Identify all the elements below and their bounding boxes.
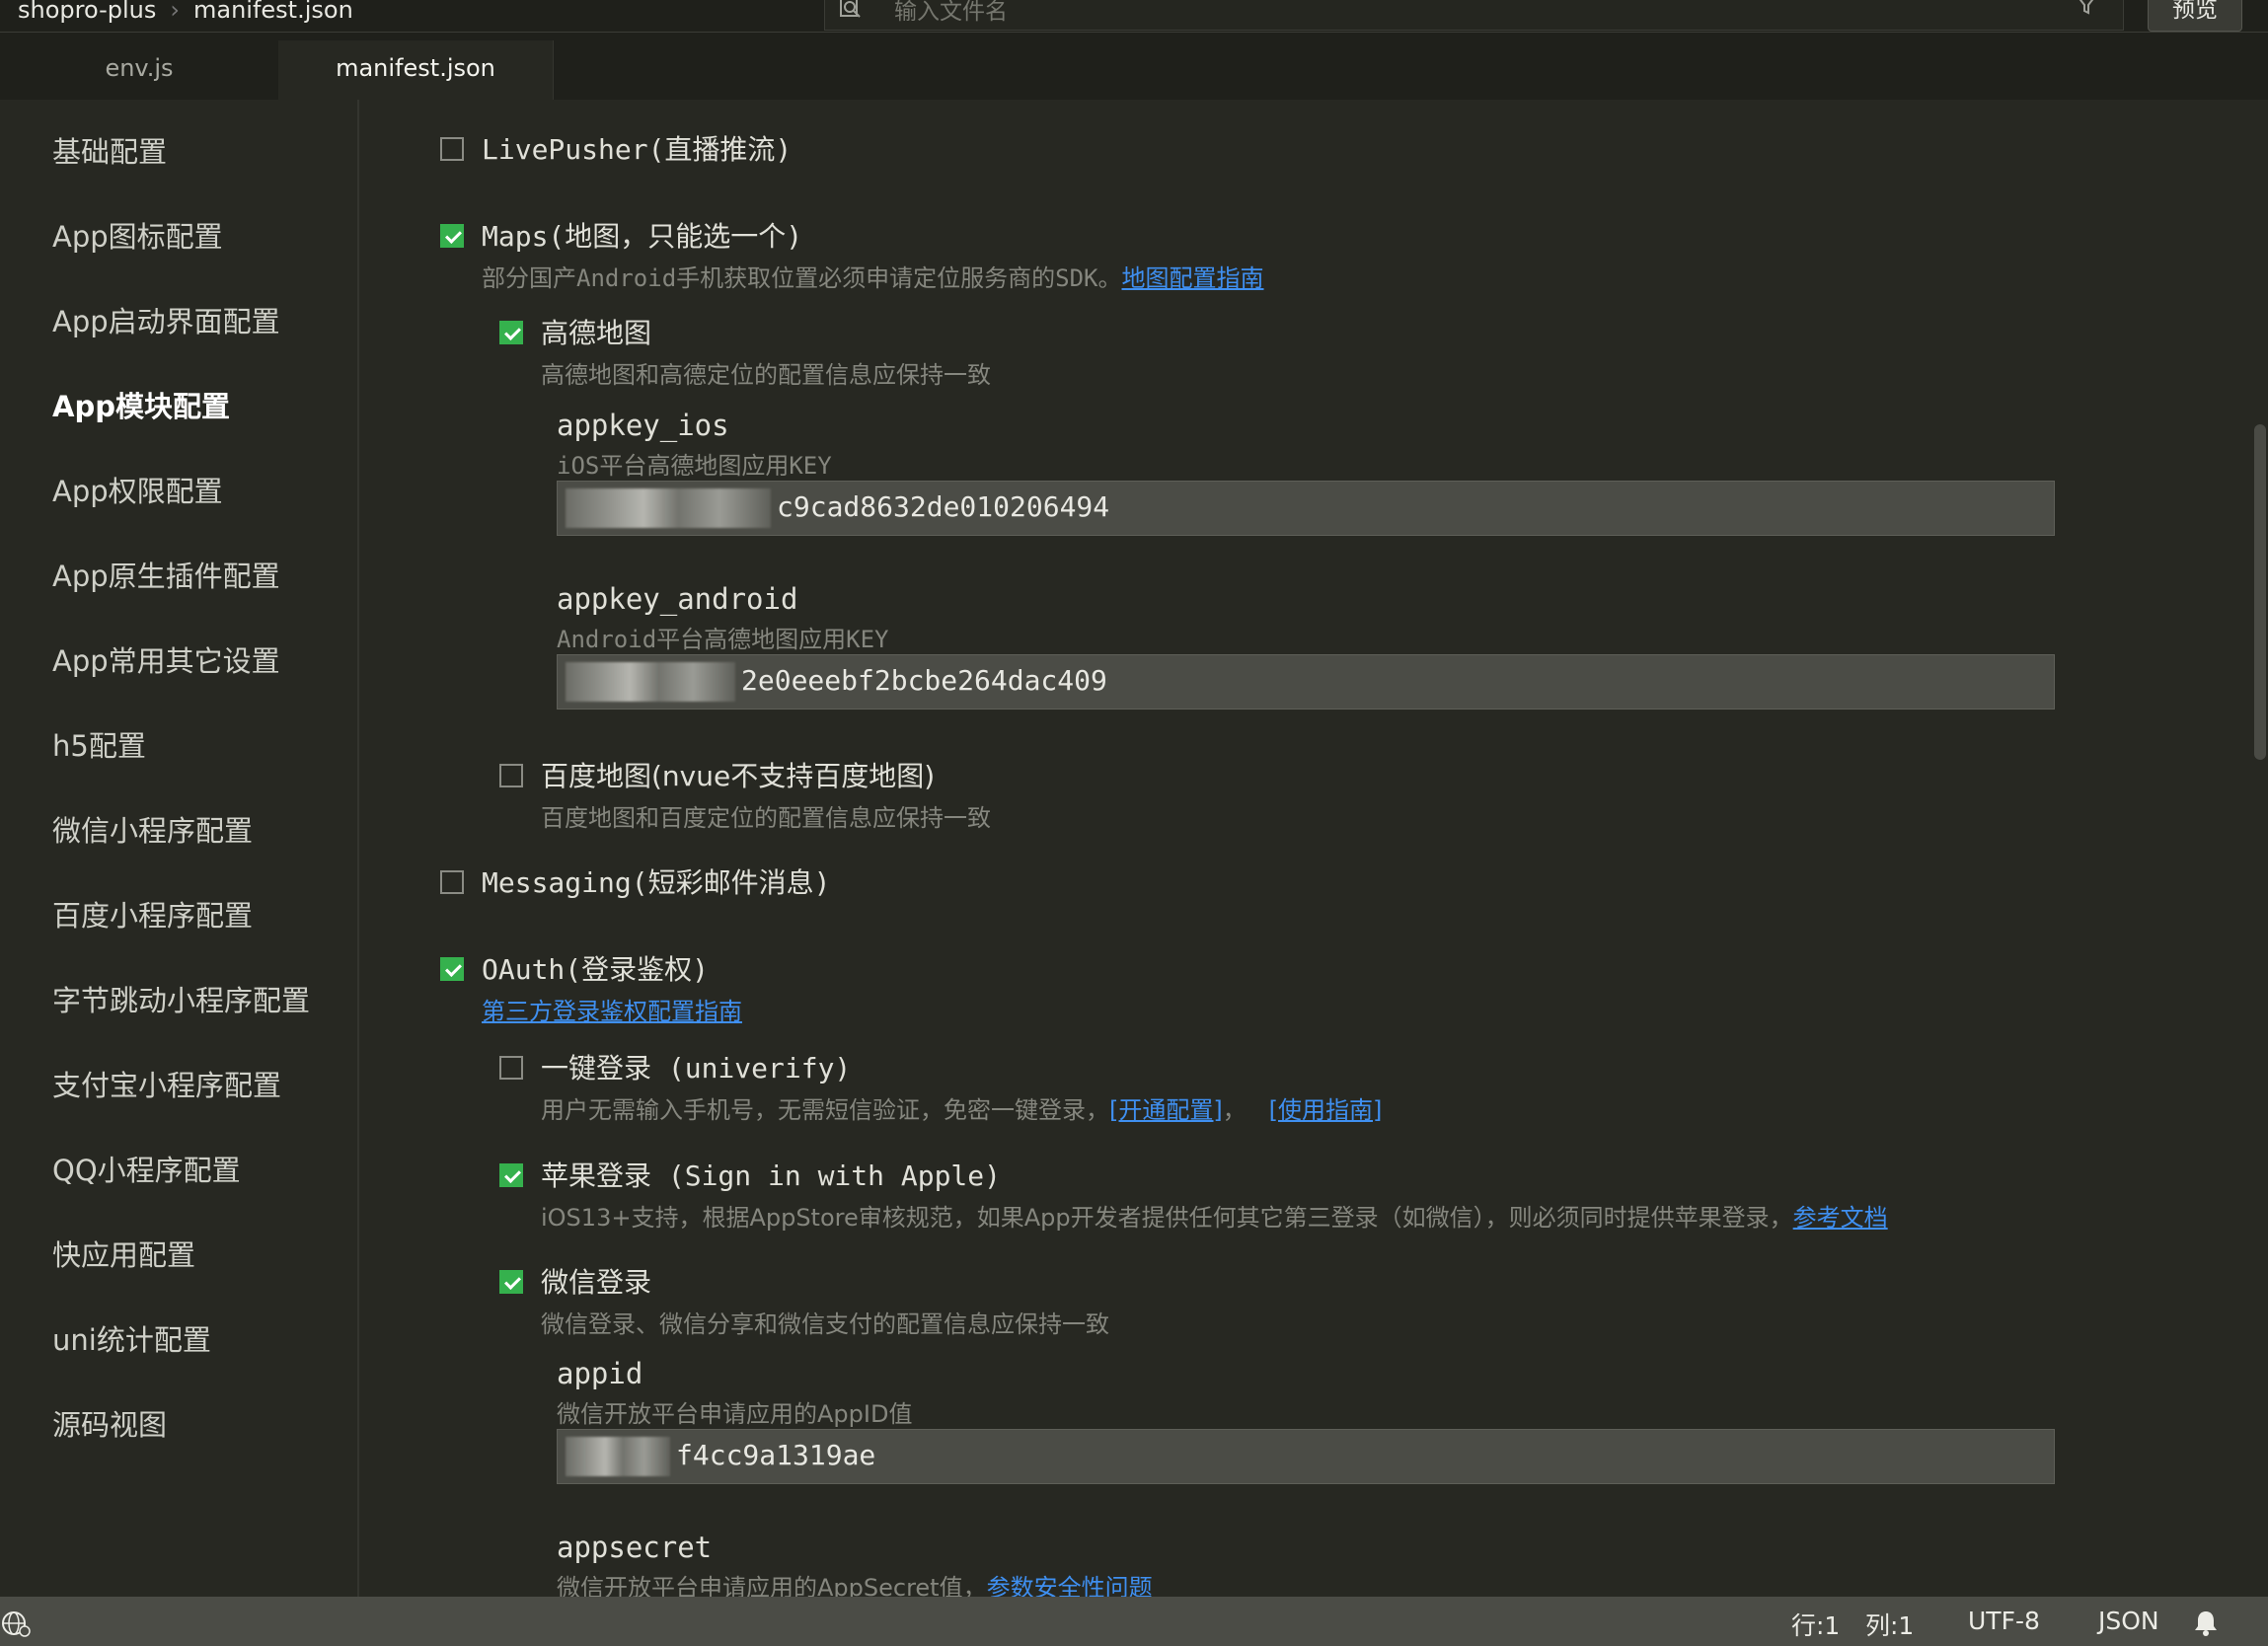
appid-name: appid	[557, 1357, 643, 1390]
search-icon	[840, 0, 861, 18]
univerify-checkbox[interactable]	[499, 1056, 523, 1080]
appsecret-description: 微信开放平台申请应用的AppSecret值，参数安全性问题	[557, 1568, 1153, 1597]
appkey-ios-name: appkey_ios	[557, 409, 729, 442]
oauth-label: OAuth(登录鉴权)	[482, 953, 710, 986]
wechat-login-description: 微信登录、微信分享和微信支付的配置信息应保持一致	[541, 1310, 1109, 1338]
messaging-checkbox[interactable]	[440, 870, 464, 894]
appid-description: 微信开放平台申请应用的AppID值	[557, 1400, 913, 1428]
vertical-scrollbar[interactable]	[2254, 424, 2266, 760]
cursor-column[interactable]: 列:1	[1865, 1607, 1914, 1642]
livepusher-checkbox[interactable]	[440, 137, 464, 161]
chevron-right-icon: ›	[170, 0, 180, 24]
univerify-usage-guide-link[interactable]: [使用指南]	[1269, 1096, 1383, 1124]
wechat-login-label: 微信登录	[541, 1266, 652, 1299]
wechat-login-checkbox[interactable]	[499, 1270, 523, 1294]
appkey-ios-input[interactable]: c9cad8632de010206494	[557, 481, 2055, 536]
sidebar-item-h5[interactable]: h5配置	[52, 723, 146, 765]
baidumap-checkbox[interactable]	[499, 764, 523, 787]
sidebar-item-alipay-mp[interactable]: 支付宝小程序配置	[52, 1063, 281, 1104]
appsecret-security-link[interactable]: 参数安全性问题	[987, 1574, 1153, 1597]
module-config-panel: LivePusher(直播推流) Maps(地图，只能选一个) 部分国产Andr…	[359, 100, 2244, 1597]
cursor-line[interactable]: 行:1	[1791, 1607, 1840, 1642]
baidumap-description: 百度地图和百度定位的配置信息应保持一致	[541, 804, 991, 832]
maps-description: 部分国产Android手机获取位置必须申请定位服务商的SDK。地图配置指南	[482, 264, 1264, 292]
appkey-android-description: Android平台高德地图应用KEY	[557, 626, 889, 653]
amap-description: 高德地图和高德定位的配置信息应保持一致	[541, 361, 991, 389]
sidebar-item-quickapp[interactable]: 快应用配置	[52, 1233, 195, 1274]
encoding-indicator[interactable]: UTF-8	[1968, 1607, 2040, 1635]
config-sidebar: 基础配置 App图标配置 App启动界面配置 App模块配置 App权限配置 A…	[0, 100, 359, 1597]
preview-button[interactable]: 预览	[2148, 0, 2242, 32]
oauth-guide: 第三方登录鉴权配置指南	[482, 992, 742, 1026]
bell-icon[interactable]	[2193, 1609, 2219, 1636]
oauth-checkbox[interactable]	[440, 957, 464, 981]
messaging-label: Messaging(短彩邮件消息)	[482, 866, 831, 899]
maps-label: Maps(地图，只能选一个)	[482, 220, 803, 253]
apple-login-checkbox[interactable]	[499, 1163, 523, 1187]
univerify-description: 用户无需输入手机号，无需短信验证，免密一键登录，[开通配置]， [使用指南]	[541, 1096, 1383, 1124]
apple-login-label: 苹果登录 (Sign in with Apple)	[541, 1160, 1002, 1192]
sidebar-item-app-modules[interactable]: App模块配置	[52, 384, 230, 425]
univerify-open-config-link[interactable]: [开通配置]	[1109, 1096, 1223, 1124]
tab-env-js[interactable]: env.js	[0, 40, 279, 100]
file-search-input[interactable]: 输入文件名	[824, 0, 2124, 31]
sidebar-item-uni-stat[interactable]: uni统计配置	[52, 1317, 211, 1359]
redacted-mask	[566, 662, 735, 702]
appid-input[interactable]: f4cc9a1319ae	[557, 1429, 2055, 1484]
filter-icon[interactable]	[2076, 0, 2097, 16]
sidebar-item-bytedance-mp[interactable]: 字节跳动小程序配置	[52, 978, 310, 1019]
sidebar-item-wechat-mp[interactable]: 微信小程序配置	[52, 808, 253, 850]
top-bar: shopro-plus › manifest.json 输入文件名 预览	[0, 0, 2268, 33]
sidebar-item-basic[interactable]: 基础配置	[52, 129, 167, 171]
sidebar-item-baidu-mp[interactable]: 百度小程序配置	[52, 893, 253, 935]
editor-tab-bar: env.js manifest.json	[0, 33, 2268, 100]
redacted-mask	[566, 1437, 670, 1476]
appkey-android-input[interactable]: 2e0eeebf2bcbe264dac409	[557, 654, 2055, 710]
tab-manifest-json[interactable]: manifest.json	[278, 40, 554, 100]
baidumap-label: 百度地图(nvue不支持百度地图)	[541, 760, 936, 792]
sidebar-item-app-splash[interactable]: App启动界面配置	[52, 299, 280, 340]
apple-login-description: iOS13+支持，根据AppStore审核规范，如果App开发者提供任何其它第三…	[541, 1204, 1888, 1232]
search-placeholder: 输入文件名	[894, 0, 1008, 25]
apple-login-docs-link[interactable]: 参考文档	[1793, 1204, 1888, 1232]
appkey-ios-description: iOS平台高德地图应用KEY	[557, 452, 832, 480]
sidebar-item-app-icon[interactable]: App图标配置	[52, 214, 223, 256]
amap-checkbox[interactable]	[499, 321, 523, 344]
univerify-label: 一键登录 (univerify)	[541, 1052, 852, 1085]
sidebar-item-app-other-settings[interactable]: App常用其它设置	[52, 638, 280, 680]
sidebar-item-app-native-plugins[interactable]: App原生插件配置	[52, 554, 280, 595]
appkey-android-name: appkey_android	[557, 582, 798, 616]
redacted-mask	[566, 488, 771, 528]
sidebar-item-app-permissions[interactable]: App权限配置	[52, 469, 223, 510]
breadcrumb-project[interactable]: shopro-plus	[18, 0, 156, 24]
breadcrumb-file[interactable]: manifest.json	[193, 0, 353, 24]
appsecret-name: appsecret	[557, 1531, 713, 1564]
oauth-guide-link[interactable]: 第三方登录鉴权配置指南	[482, 998, 742, 1025]
sidebar-item-qq-mp[interactable]: QQ小程序配置	[52, 1148, 241, 1189]
amap-label: 高德地图	[541, 317, 652, 349]
language-mode[interactable]: JSON	[2098, 1607, 2159, 1635]
maps-checkbox[interactable]	[440, 224, 464, 248]
sidebar-item-source-view[interactable]: 源码视图	[52, 1402, 167, 1444]
livepusher-label: LivePusher(直播推流)	[482, 133, 793, 166]
status-bar: 行:1 列:1 UTF-8 JSON	[0, 1597, 2268, 1646]
maps-guide-link[interactable]: 地图配置指南	[1122, 264, 1264, 292]
globe-icon[interactable]	[0, 1609, 34, 1638]
breadcrumb: shopro-plus › manifest.json	[18, 0, 353, 24]
